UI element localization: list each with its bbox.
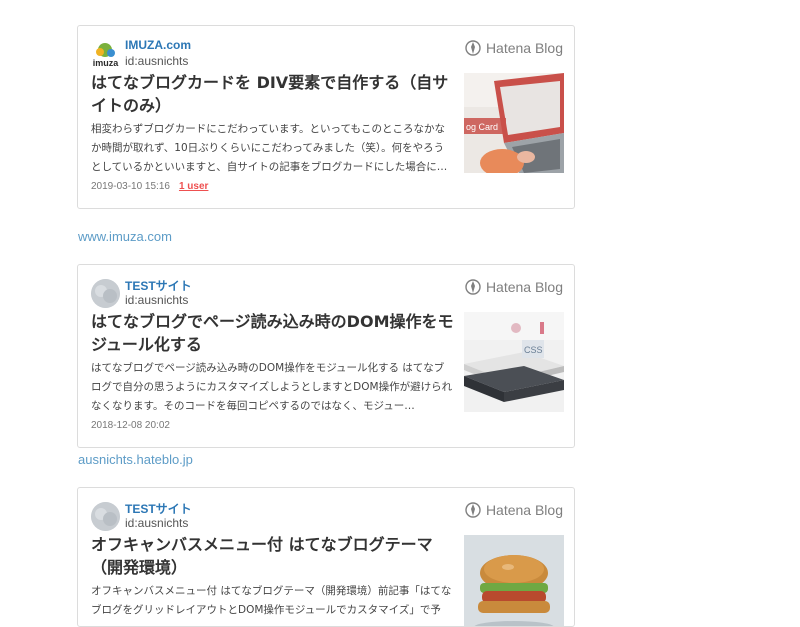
hatena-blog-label: Hatena Blog	[485, 279, 563, 295]
post-date: 2018-12-08 20:02	[91, 420, 170, 431]
burger-photo-thumbnail[interactable]	[464, 535, 564, 626]
user-id[interactable]: id:ausnichts	[125, 516, 188, 530]
svg-text:og Card: og Card	[466, 122, 498, 132]
hatena-blog-logo[interactable]: Hatena Blog	[465, 38, 563, 58]
hatena-pen-icon	[465, 502, 481, 518]
card-title[interactable]: はてなブログでページ読み込み時のDOM操作をモジュール化する	[91, 310, 454, 356]
site-favicon	[91, 502, 120, 531]
hatena-blog-label: Hatena Blog	[485, 40, 563, 56]
hatena-blog-label: Hatena Blog	[485, 502, 563, 518]
card-meta: 2019-03-10 15:16 1 user	[91, 181, 208, 192]
card-description: 相変わらずブログカードにこだわっています。といってもこのところなかなか時間が取れ…	[91, 123, 448, 173]
blog-card-2[interactable]: TESTサイト id:ausnichts Hatena Blog はてなブログで…	[77, 264, 575, 448]
post-date: 2019-03-10 15:16	[91, 181, 170, 192]
bookmark-count[interactable]: 1 user	[179, 181, 208, 192]
source-link-hateblo[interactable]: ausnichts.hateblo.jp	[78, 452, 193, 467]
card-title[interactable]: オフキャンバスメニュー付 はてなブログテーマ（開発環境）	[91, 533, 454, 579]
hatena-pen-icon	[465, 279, 481, 295]
site-name-link[interactable]: TESTサイト	[125, 277, 192, 294]
card-meta: 2018-12-08 20:02	[91, 420, 170, 431]
site-name-link[interactable]: IMUZA.com	[125, 38, 191, 52]
source-link-imuza[interactable]: www.imuza.com	[78, 229, 172, 244]
card-description: オフキャンバスメニュー付 はてなブログテーマ（開発環境）前記事「はてなブログをグ…	[91, 585, 452, 616]
svg-text:imuza: imuza	[93, 58, 120, 68]
blog-card-1[interactable]: imuza IMUZA.com id:ausnichts Hatena Blog…	[77, 25, 575, 209]
books-photo-thumbnail[interactable]: CSS	[464, 312, 564, 412]
svg-text:CSS: CSS	[524, 345, 543, 355]
laptop-photo-thumbnail[interactable]: og Card	[464, 73, 564, 173]
site-favicon: imuza	[91, 40, 120, 69]
card-description: はてなブログでページ読み込み時のDOM操作をモジュール化する はてなブログで自分…	[91, 362, 453, 412]
card-title[interactable]: はてなブログカードを DIV要素で自作する（自サイトのみ）	[91, 71, 454, 117]
hatena-blog-logo[interactable]: Hatena Blog	[465, 500, 563, 520]
hatena-pen-icon	[465, 40, 481, 56]
user-id[interactable]: id:ausnichts	[125, 54, 188, 68]
blog-card-3[interactable]: TESTサイト id:ausnichts Hatena Blog オフキャンバス…	[77, 487, 575, 627]
site-favicon	[91, 279, 120, 308]
user-id[interactable]: id:ausnichts	[125, 293, 188, 307]
site-name-link[interactable]: TESTサイト	[125, 500, 192, 517]
hatena-blog-logo[interactable]: Hatena Blog	[465, 277, 563, 297]
